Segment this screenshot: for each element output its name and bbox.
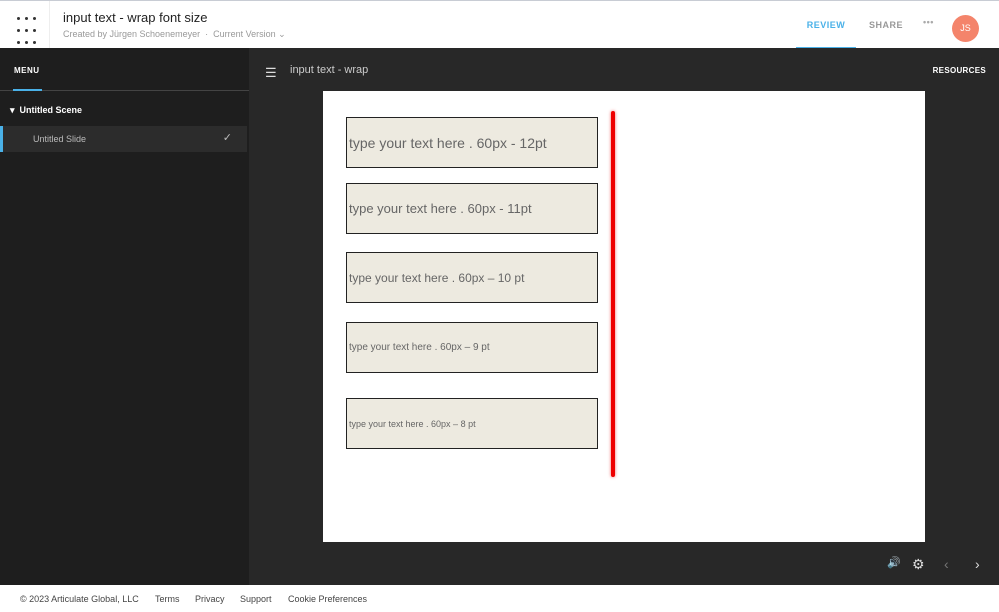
cookie-preferences-link[interactable]: Cookie Preferences (288, 594, 367, 604)
scene-item[interactable]: ▾ Untitled Scene (10, 105, 82, 116)
top-bar: input text - wrap font size Created by J… (0, 0, 999, 49)
red-vertical-line (611, 111, 615, 477)
prev-icon[interactable]: ‹ (944, 556, 949, 572)
tab-share[interactable]: SHARE (869, 20, 903, 30)
text-input-12pt[interactable]: type your text here . 60px - 12pt (346, 117, 598, 168)
scene-label: Untitled Scene (19, 105, 83, 115)
slide-item[interactable]: Untitled Slide ✓ (0, 126, 247, 152)
text-input-8pt[interactable]: type your text here . 60px – 8 pt (346, 398, 598, 449)
menu-tab-indicator (13, 89, 42, 91)
chevron-down-icon: ⌄ (278, 29, 286, 39)
menu-tab[interactable]: MENU (14, 66, 40, 75)
gear-icon[interactable]: ⚙ (912, 556, 925, 573)
volume-icon[interactable]: 🔊 (887, 556, 901, 569)
text-input-11pt[interactable]: type your text here . 60px - 11pt (346, 183, 598, 234)
slide-canvas: type your text here . 60px - 12pt type y… (323, 91, 925, 542)
footer: © 2023 Articulate Global, LLC Terms Priv… (0, 585, 999, 612)
copyright: © 2023 Articulate Global, LLC (20, 594, 139, 604)
sidebar: MENU ▾ Untitled Scene Untitled Slide ✓ (0, 48, 249, 585)
version-dropdown[interactable]: Current Version (213, 29, 276, 39)
created-by: Created by Jürgen Schoenemeyer (63, 29, 201, 39)
privacy-link[interactable]: Privacy (195, 594, 225, 604)
caret-down-icon: ▾ (10, 105, 15, 115)
next-icon[interactable]: › (975, 556, 980, 572)
apps-grid-icon[interactable] (0, 1, 50, 49)
more-icon[interactable]: ••• (923, 17, 934, 27)
hamburger-icon[interactable]: ☰ (265, 65, 277, 81)
terms-link[interactable]: Terms (155, 594, 180, 604)
text-input-9pt[interactable]: type your text here . 60px – 9 pt (346, 322, 598, 373)
project-title: input text - wrap font size (63, 10, 208, 25)
player: ☰ input text - wrap RESOURCES type your … (249, 48, 999, 585)
text-input-10pt[interactable]: type your text here . 60px – 10 pt (346, 252, 598, 303)
support-link[interactable]: Support (240, 594, 272, 604)
resources-button[interactable]: RESOURCES (933, 66, 986, 75)
player-title: input text - wrap (290, 64, 369, 76)
slide-label: Untitled Slide (33, 134, 87, 144)
avatar[interactable]: JS (952, 15, 979, 42)
project-subtitle: Created by Jürgen Schoenemeyer · Current… (63, 29, 286, 39)
check-icon: ✓ (222, 132, 232, 144)
tab-review[interactable]: REVIEW (796, 20, 856, 49)
